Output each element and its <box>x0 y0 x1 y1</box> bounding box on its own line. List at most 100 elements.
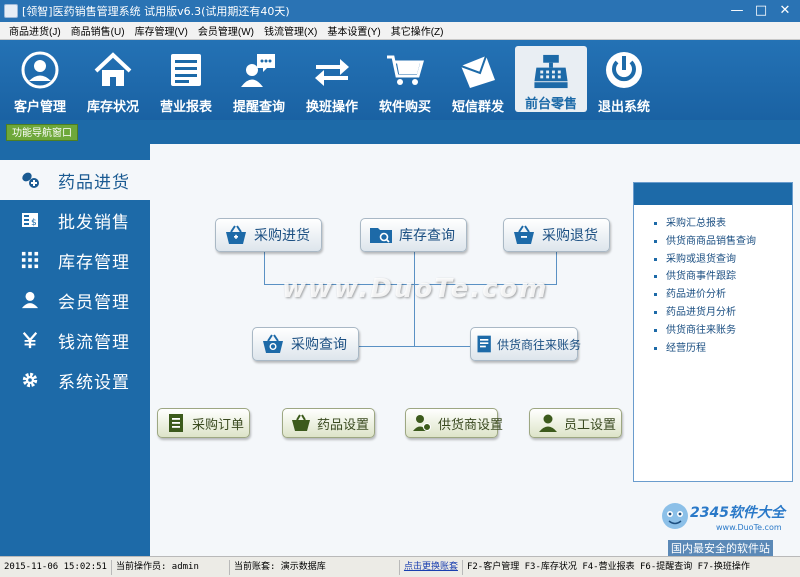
menu-cashflow[interactable]: 钱流管理(X) <box>259 23 322 38</box>
sidebar: 药品进货 $ 批发销售 库存管理 会员管理 钱流管理 系统设置 <box>0 160 150 556</box>
toolbar-sms-button[interactable]: 短信群发 <box>442 40 514 120</box>
window-controls: — □ ✕ <box>726 2 796 20</box>
switch-account-link[interactable]: 点击更换账套 <box>400 559 463 575</box>
gear-icon <box>20 370 40 390</box>
quick-link[interactable]: 药品进价分析 <box>654 286 792 304</box>
purchase-query-button[interactable]: 采购查询 <box>252 327 359 361</box>
sidebar-item-inventory[interactable]: 库存管理 <box>0 240 150 280</box>
menu-other[interactable]: 其它操作(Z) <box>386 23 449 38</box>
sidebar-item-label: 钱流管理 <box>58 332 130 353</box>
toolbar-reminder-button[interactable]: 提醒查询 <box>223 40 295 120</box>
ledger-icon <box>477 335 491 353</box>
folder-search-icon <box>370 228 392 243</box>
sidebar-item-member[interactable]: 会员管理 <box>0 280 150 320</box>
toolbar-label: 软件购买 <box>378 100 431 115</box>
menu-sales[interactable]: 商品销售(U) <box>66 23 130 38</box>
brand-watermark: 2345软件大全 www.DuoTe.com 国内最安全的软件站 <box>660 498 800 558</box>
toolbar-buy-button[interactable]: 软件购买 <box>369 40 441 120</box>
sidebar-item-cashflow[interactable]: 钱流管理 <box>0 320 150 360</box>
quick-link[interactable]: 供货商商品销售查询 <box>654 233 792 251</box>
main-toolbar: 客户管理 库存状况 营业报表 提醒查询 换班操作 软件购买 短信群发 前台零售 … <box>0 40 800 120</box>
svg-text:$: $ <box>31 218 37 228</box>
toolbar-label: 短信群发 <box>451 100 504 115</box>
mascot-icon <box>662 503 688 529</box>
stock-query-button[interactable]: 库存查询 <box>360 218 467 252</box>
status-datetime: 2015-11-06 15:02:51 <box>0 559 112 575</box>
nav-window-tab[interactable]: 功能导航窗口 <box>6 124 78 141</box>
status-shortcuts: F2-客户管理 F3-库存状况 F4-营业报表 F6-提醒查询 F7-换班操作 <box>466 561 750 572</box>
brand-slogan: 国内最安全的软件站 <box>668 540 773 556</box>
toolbar-retail-button[interactable]: 前台零售 <box>515 46 587 112</box>
toolbar-label: 提醒查询 <box>232 100 285 115</box>
staff-icon <box>539 414 557 432</box>
quick-link[interactable]: 供货商往来账务 <box>654 322 792 340</box>
supplier-user-icon <box>413 415 431 431</box>
supplier-accounts-button[interactable]: 供货商往来账务 <box>470 327 582 361</box>
staff-setup-button[interactable]: 员工设置 <box>529 408 622 438</box>
quick-link[interactable]: 采购汇总报表 <box>654 215 792 233</box>
quick-link[interactable]: 采购或退货查询 <box>654 251 792 269</box>
supplier-setup-button[interactable]: 供货商设置 <box>405 408 503 438</box>
purchase-query-label: 采购查询 <box>291 337 347 353</box>
sidebar-item-wholesale[interactable]: $ 批发销售 <box>0 200 150 240</box>
toolbar-label: 库存状况 <box>86 100 139 115</box>
menu-member[interactable]: 会员管理(W) <box>193 23 259 38</box>
toolbar-customer-button[interactable]: 客户管理 <box>4 40 76 120</box>
basket-search-icon <box>263 334 283 353</box>
quick-links-list: 采购汇总报表 供货商商品销售查询 采购或退货查询 供货商事件跟踪 药品进价分析 … <box>634 205 792 357</box>
stock-query-label: 库存查询 <box>399 228 455 244</box>
pills-icon <box>20 170 40 190</box>
close-button[interactable]: ✕ <box>774 2 796 20</box>
shopping-cart-icon <box>387 55 424 85</box>
toolbar-label: 客户管理 <box>13 100 66 115</box>
order-sheet-icon <box>169 414 183 432</box>
app-icon <box>4 4 18 18</box>
flow-connector <box>358 346 472 347</box>
quick-link[interactable]: 药品进货月分析 <box>654 304 792 322</box>
purchase-order-button[interactable]: 采购订单 <box>157 408 250 438</box>
yen-icon <box>20 330 40 350</box>
quick-link[interactable]: 供货商事件跟踪 <box>654 268 792 286</box>
toolbar-label: 换班操作 <box>305 100 358 115</box>
report-icon <box>171 54 201 86</box>
swap-arrows-icon <box>315 59 349 86</box>
status-account: 当前账套: 演示数据库 <box>230 559 400 575</box>
sidebar-item-drug-purchase[interactable]: 药品进货 <box>0 160 150 200</box>
brand-url: www.DuoTe.com <box>716 523 782 532</box>
invoice-icon: $ <box>20 210 40 230</box>
staff-setup-label: 员工设置 <box>564 417 617 433</box>
supplier-setup-label: 供货商设置 <box>438 417 504 433</box>
toolbar-exit-button[interactable]: 退出系统 <box>588 40 660 120</box>
quick-links-header <box>634 183 792 205</box>
flow-connector <box>556 252 557 284</box>
house-icon <box>94 52 132 86</box>
sidebar-item-label: 库存管理 <box>58 252 130 273</box>
toolbar-stock-button[interactable]: 库存状况 <box>77 40 149 120</box>
purchase-in-button[interactable]: 采购进货 <box>215 218 322 252</box>
purchase-in-label: 采购进货 <box>254 228 310 244</box>
purchase-return-button[interactable]: 采购退货 <box>503 218 610 252</box>
sidebar-item-system[interactable]: 系统设置 <box>0 360 150 400</box>
envelope-icon <box>460 55 495 88</box>
toolbar-report-button[interactable]: 营业报表 <box>150 40 222 120</box>
menu-inventory[interactable]: 库存管理(V) <box>130 23 193 38</box>
purchase-order-label: 采购订单 <box>192 417 245 433</box>
supplier-accounts-label: 供货商往来账务 <box>497 337 582 352</box>
user-circle-icon <box>21 51 59 89</box>
drug-setup-button[interactable]: 药品设置 <box>282 408 375 438</box>
sidebar-item-label: 批发销售 <box>58 212 130 233</box>
maximize-button[interactable]: □ <box>750 2 772 20</box>
menu-settings[interactable]: 基本设置(Y) <box>322 23 385 38</box>
menu-purchase[interactable]: 商品进货(J) <box>4 23 66 38</box>
toolbar-label: 前台零售 <box>524 97 577 112</box>
sidebar-item-label: 药品进货 <box>58 172 130 193</box>
quick-link[interactable]: 经营历程 <box>654 340 792 358</box>
menu-bar: 商品进货(J) 商品销售(U) 库存管理(V) 会员管理(W) 钱流管理(X) … <box>0 22 800 40</box>
watermark: www.DuoTe.com <box>282 274 549 304</box>
chat-user-icon <box>241 54 275 87</box>
flow-connector <box>264 252 265 284</box>
toolbar-shift-button[interactable]: 换班操作 <box>296 40 368 120</box>
basket-icon <box>292 414 310 431</box>
minimize-button[interactable]: — <box>726 2 748 20</box>
toolbar-label: 退出系统 <box>597 100 650 115</box>
